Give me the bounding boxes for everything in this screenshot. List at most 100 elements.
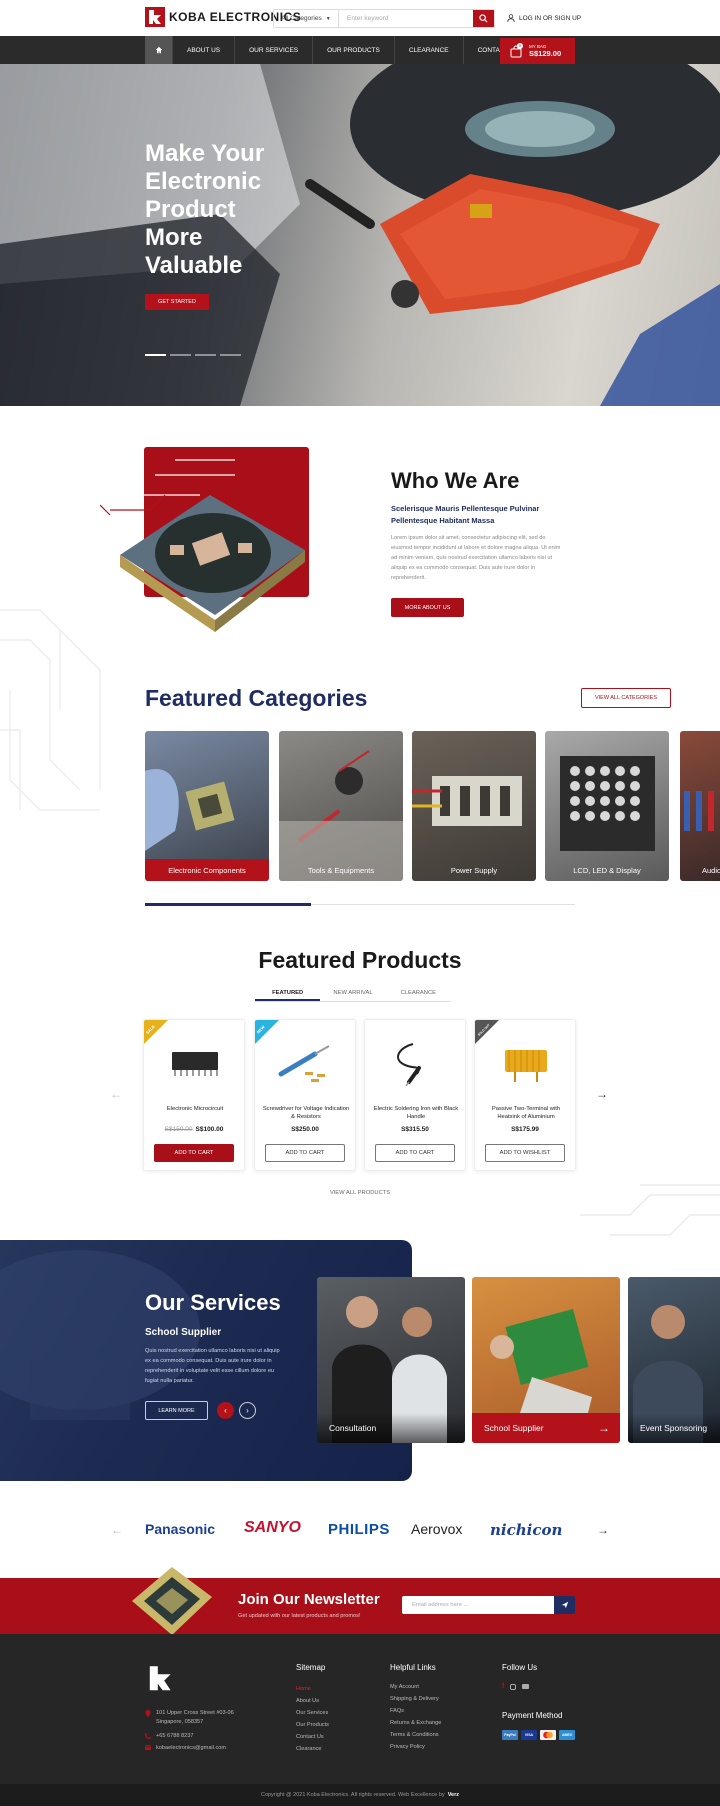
site-footer — [0, 1634, 720, 1784]
slider-dot[interactable] — [195, 354, 216, 356]
services-title: Our Services — [145, 1290, 281, 1315]
add-to-wishlist-button[interactable]: ADD TO WISHLIST — [485, 1144, 565, 1162]
view-all-categories-button[interactable]: VIEW ALL CATEGORIES — [581, 688, 671, 708]
mastercard-icon — [540, 1730, 556, 1740]
services-subtitle: School Supplier — [145, 1327, 222, 1338]
footer-link-home[interactable]: Home — [296, 1686, 311, 1692]
slider-dot[interactable] — [170, 354, 191, 356]
tab-new-arrival[interactable]: NEW ARRIVAL — [320, 986, 385, 1001]
footer-link-services[interactable]: Our Services — [296, 1710, 328, 1716]
newsletter-submit-button[interactable] — [554, 1596, 575, 1614]
footer-phone[interactable]: +65 6788 8237 — [156, 1732, 194, 1741]
product-tabs: FEATURED NEW ARRIVAL CLEARANCE — [255, 986, 451, 1002]
footer-link-contact[interactable]: Contact Us — [296, 1734, 324, 1740]
product-name: Electric Soldering Iron with Black Handl… — [373, 1106, 459, 1120]
footer-link-terms[interactable]: Terms & Conditions — [390, 1732, 439, 1738]
category-card[interactable]: Electronic Components — [145, 731, 269, 881]
category-label: Tools & Equipments — [307, 865, 375, 875]
tab-clearance[interactable]: CLEARANCE — [386, 986, 451, 1001]
product-card[interactable]: NEW Screwdriver for Voltage Indication &… — [254, 1019, 356, 1171]
product-image — [397, 1043, 421, 1086]
category-label: Power Supply — [450, 865, 498, 875]
chevron-left-icon: ‹ — [224, 1406, 227, 1415]
service-card[interactable]: Consultation — [317, 1277, 465, 1443]
service-card[interactable]: Event Sponsoring — [628, 1277, 720, 1443]
category-card[interactable]: Power Supply — [412, 731, 536, 881]
footer-link-about[interactable]: About Us — [296, 1698, 319, 1704]
footer-link-shipping[interactable]: Shipping & Delivery — [390, 1696, 439, 1702]
prev-product-arrow[interactable]: ← — [110, 1087, 122, 1101]
product-image — [505, 1050, 547, 1082]
footer-link-returns[interactable]: Returns & Exchange — [390, 1720, 441, 1726]
send-icon — [561, 1601, 568, 1609]
cart-button[interactable]: 0 MY BAG S$129.00 — [500, 38, 575, 64]
category-label: Audio — [702, 865, 720, 875]
arrow-right-icon[interactable]: → — [598, 1421, 610, 1435]
nav-our-services[interactable]: OUR SERVICES — [235, 36, 314, 64]
add-to-cart-button[interactable]: ADD TO CART — [154, 1144, 234, 1162]
prev-brand-arrow[interactable]: ← — [111, 1523, 123, 1537]
nav-our-products[interactable]: OUR PRODUCTS — [313, 36, 395, 64]
learn-more-button[interactable]: LEARN MORE — [145, 1401, 208, 1420]
footer-link-products[interactable]: Our Products — [296, 1722, 329, 1728]
product-image — [172, 1052, 218, 1076]
search-button[interactable] — [473, 10, 494, 27]
location-icon — [145, 1710, 151, 1717]
footer-link-faqs[interactable]: FAQs — [390, 1708, 404, 1714]
phone-icon — [145, 1733, 151, 1739]
add-to-cart-button[interactable]: ADD TO CART — [265, 1144, 345, 1162]
search-bar: All Categories ▼ Enter keyword — [273, 9, 495, 28]
newsletter-subtitle: Get updated with our latest products and… — [238, 1613, 361, 1619]
product-current-price: S$250.00 — [291, 1126, 319, 1133]
brand-panasonic[interactable]: Panasonic — [145, 1521, 215, 1537]
footer-logo-icon[interactable] — [145, 1663, 177, 1695]
footer-link-clearance[interactable]: Clearance — [296, 1746, 322, 1752]
login-link[interactable]: LOG IN OR SIGN UP — [507, 14, 581, 22]
slider-dot[interactable] — [220, 354, 241, 356]
next-brand-arrow[interactable]: → — [597, 1523, 609, 1537]
youtube-icon[interactable] — [522, 1684, 530, 1689]
cart-count: 0 — [517, 42, 523, 49]
slider-dot[interactable] — [145, 354, 166, 356]
services-prev-button[interactable]: ‹ — [217, 1402, 234, 1419]
product-price: S$315.50 — [365, 1126, 465, 1133]
visa-icon: VISA — [521, 1730, 537, 1740]
brand-aerovox[interactable]: Aerovox — [411, 1521, 462, 1537]
more-about-us-button[interactable]: MORE ABOUT US — [391, 598, 464, 617]
add-to-cart-button[interactable]: ADD TO CART — [375, 1144, 455, 1162]
who-we-are-title: Who We Are — [391, 468, 520, 493]
service-label: Consultation — [317, 1413, 465, 1443]
product-card[interactable]: Electric Soldering Iron with Black Handl… — [364, 1019, 466, 1171]
services-next-button[interactable]: › — [239, 1402, 256, 1419]
get-started-button[interactable]: GET STARTED — [145, 294, 209, 310]
footer-link-my-account[interactable]: My Account — [390, 1684, 419, 1690]
social-links: f — [502, 1683, 530, 1690]
newsletter-email-input[interactable]: Email address here ... — [402, 1596, 554, 1614]
tab-featured[interactable]: FEATURED — [255, 986, 321, 1001]
category-select[interactable]: All Categories ▼ — [274, 10, 339, 27]
payment-method-heading: Payment Method — [502, 1711, 563, 1720]
product-card[interactable]: SOLD OUT Passive Two-Terminal with Heats… — [474, 1019, 576, 1171]
product-card[interactable]: SALE Electronic Microcircuit S$150.00 S$1… — [143, 1019, 245, 1171]
category-card[interactable]: LCD, LED & Display — [545, 731, 669, 881]
brand-nichicon[interactable]: nichicon — [490, 1521, 562, 1539]
footer-email[interactable]: kobaelectronics@gmail.com — [156, 1744, 226, 1753]
product-price: S$250.00 — [255, 1126, 355, 1133]
brand-sanyo[interactable]: SANYO — [244, 1519, 301, 1537]
nav-home[interactable] — [145, 36, 173, 64]
service-card[interactable]: School Supplier → — [472, 1277, 620, 1443]
next-product-arrow[interactable]: → — [596, 1087, 608, 1101]
category-card[interactable]: Tools & Equipments — [279, 731, 403, 881]
nav-clearance[interactable]: CLEARANCE — [395, 36, 464, 64]
category-scrollbar-thumb[interactable] — [145, 903, 311, 906]
nav-about-us[interactable]: ABOUT US — [173, 36, 236, 64]
footer-link-privacy[interactable]: Privacy Policy — [390, 1744, 425, 1750]
search-input[interactable]: Enter keyword — [339, 10, 473, 27]
service-label: School Supplier → — [472, 1413, 620, 1443]
amex-icon: AMEX — [559, 1730, 575, 1740]
category-card[interactable]: Audio — [680, 731, 720, 881]
brand-philips[interactable]: PHILIPS — [328, 1521, 390, 1538]
credit-link[interactable]: Verz — [448, 1792, 459, 1798]
facebook-icon[interactable]: f — [502, 1683, 504, 1690]
instagram-icon[interactable] — [510, 1683, 517, 1690]
